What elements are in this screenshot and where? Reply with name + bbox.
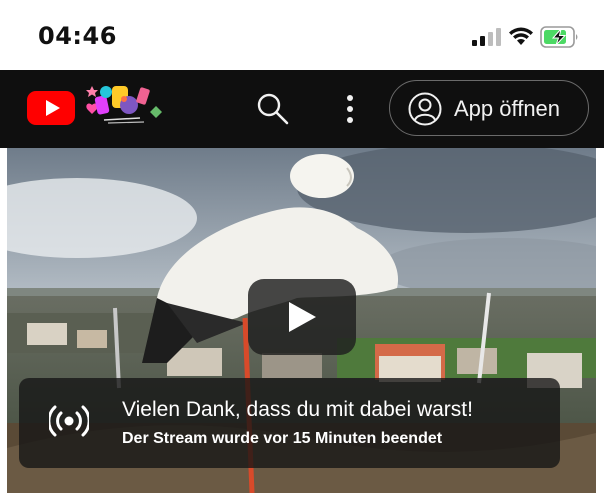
open-app-label: App öffnen <box>454 96 561 121</box>
stream-ended-card: Vielen Dank, dass du mit dabei warst! De… <box>19 378 560 468</box>
video-player[interactable]: Vielen Dank, dass du mit dabei warst! De… <box>7 148 596 493</box>
account-icon <box>408 92 442 126</box>
stream-ended-title: Vielen Dank, dass du mit dabei warst! <box>122 398 473 421</box>
more-vert-icon[interactable] <box>338 92 362 126</box>
play-button[interactable] <box>248 279 356 355</box>
status-bar: 04:46 <box>0 0 604 70</box>
status-time: 04:46 <box>38 22 117 50</box>
wifi-icon <box>509 27 533 45</box>
play-icon <box>289 302 316 332</box>
live-broadcast-icon <box>49 405 89 437</box>
youtube-logo-icon[interactable] <box>27 91 75 125</box>
stream-ended-subtitle: Der Stream wurde vor 15 Minuten beendet <box>122 430 443 447</box>
youtube-doodle-icon[interactable] <box>84 82 166 128</box>
cellular-signal-icon <box>472 28 501 46</box>
battery-charging-icon <box>540 26 578 48</box>
search-icon[interactable] <box>256 92 290 126</box>
open-app-button[interactable]: App öffnen <box>389 80 589 136</box>
youtube-header: App öffnen <box>0 70 604 148</box>
